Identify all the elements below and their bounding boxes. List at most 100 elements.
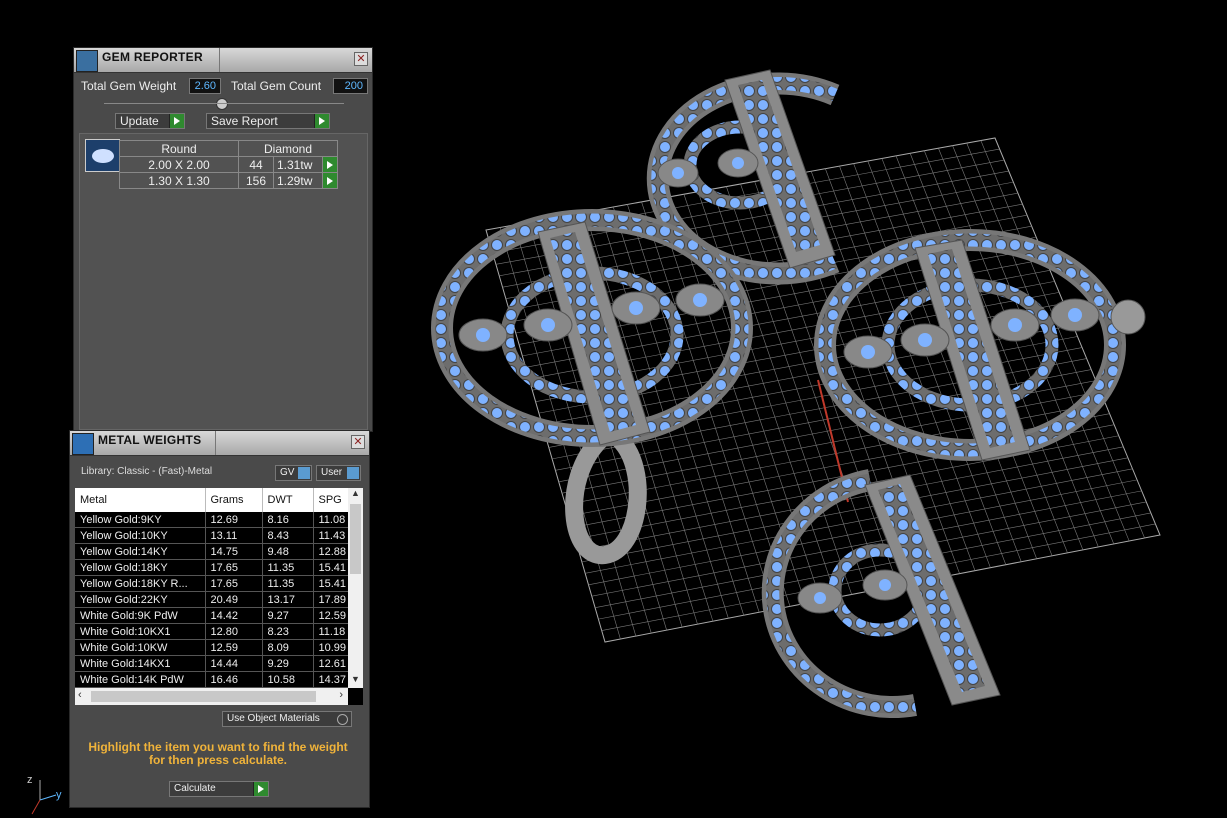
instruction-line-2: for then press calculate. xyxy=(148,753,288,767)
dwt: 10.58 xyxy=(262,671,314,688)
gv-toggle[interactable]: GV xyxy=(275,465,312,481)
table-row[interactable]: Yellow Gold:10KY 13.11 8.43 11.43 xyxy=(75,527,348,544)
col-header-metal[interactable]: Metal xyxy=(75,488,206,512)
user-toggle[interactable]: User xyxy=(316,465,361,481)
axis-indicator: z y xyxy=(27,774,62,815)
user-label: User xyxy=(321,467,343,478)
grams: 14.44 xyxy=(205,655,263,672)
spg: 12.61 xyxy=(313,655,348,672)
splitter-line xyxy=(104,103,344,104)
table-row[interactable]: Yellow Gold:18KY R... 17.65 11.35 15.41 xyxy=(75,575,348,592)
scroll-left-icon[interactable]: ‹ xyxy=(78,689,82,701)
dwt: 8.23 xyxy=(262,623,314,640)
metal-name: Yellow Gold:18KY xyxy=(75,559,206,576)
table-row[interactable]: Yellow Gold:14KY 14.75 9.48 12.88 xyxy=(75,543,348,560)
spg: 17.89 xyxy=(313,591,348,608)
pendant-left xyxy=(431,209,753,447)
horizontal-scrollbar[interactable]: ‹ › xyxy=(75,688,348,705)
save-report-button[interactable]: Save Report xyxy=(206,113,330,129)
grams: 20.49 xyxy=(205,591,263,608)
metal-name: White Gold:10KW xyxy=(75,639,206,656)
grams: 14.75 xyxy=(205,543,263,560)
metal-weights-title: METAL WEIGHTS xyxy=(98,433,202,447)
dwt: 8.09 xyxy=(262,639,314,656)
table-row[interactable]: White Gold:10KX1 12.80 8.23 11.18 xyxy=(75,623,348,640)
total-gem-weight-label: Total Gem Weight xyxy=(81,79,177,93)
use-object-materials-label: Use Object Materials xyxy=(227,713,320,724)
metal-table: Metal Grams DWT SPG Yellow Gold:9KY 12.69… xyxy=(75,488,348,688)
metal-name: Yellow Gold:18KY R... xyxy=(75,575,206,592)
gem-reporter-titlebar[interactable]: GEM REPORTER ✕ xyxy=(74,48,372,73)
metal-weights-titlebar[interactable]: METAL WEIGHTS ✕ xyxy=(70,431,369,456)
scroll-up-icon[interactable]: ▲ xyxy=(348,488,363,502)
splitter-handle[interactable] xyxy=(216,98,228,110)
dwt: 11.35 xyxy=(262,575,314,592)
calculate-label: Calculate xyxy=(174,783,216,794)
close-icon[interactable]: ✕ xyxy=(351,435,365,449)
grams: 12.69 xyxy=(205,512,263,528)
scroll-thumb-h[interactable] xyxy=(91,691,316,702)
update-button[interactable]: Update xyxy=(115,113,185,129)
col-header-dwt[interactable]: DWT xyxy=(262,488,314,512)
spg: 12.88 xyxy=(313,543,348,560)
table-row[interactable]: Yellow Gold:22KY 20.49 13.17 17.89 xyxy=(75,591,348,608)
scroll-down-icon[interactable]: ▼ xyxy=(348,674,363,688)
gem-row-arrow-button[interactable] xyxy=(322,156,338,173)
shape-header: Round xyxy=(119,140,239,157)
col-header-spg[interactable]: SPG xyxy=(313,488,348,512)
gem-weight: 1.29tw xyxy=(273,172,323,189)
gem-count: 156 xyxy=(238,172,274,189)
material-header: Diamond xyxy=(238,140,338,157)
gem-count: 44 xyxy=(238,156,274,173)
gem-row[interactable]: 2.00 X 2.00 44 1.31tw xyxy=(119,156,338,173)
table-row[interactable]: Yellow Gold:9KY 12.69 8.16 11.08 xyxy=(75,512,348,528)
gem-reporter-title: GEM REPORTER xyxy=(102,50,203,64)
table-row[interactable]: White Gold:10KW 12.59 8.09 10.99 xyxy=(75,639,348,656)
total-gem-count-label: Total Gem Count xyxy=(231,79,322,93)
gem-table: Round Diamond 2.00 X 2.00 44 1.31tw 1.30… xyxy=(119,140,338,189)
calculate-button[interactable]: Calculate xyxy=(169,781,269,797)
spg: 11.43 xyxy=(313,527,348,544)
spg: 15.41 xyxy=(313,575,348,592)
metal-name: White Gold:14K PdW xyxy=(75,671,206,688)
pendant-right xyxy=(814,229,1146,461)
gem-list-area: Round Diamond 2.00 X 2.00 44 1.31tw 1.30… xyxy=(79,133,368,430)
scroll-right-icon[interactable]: › xyxy=(339,689,343,701)
toggle-icon xyxy=(298,467,310,479)
vertical-scrollbar[interactable]: ▲ ▼ xyxy=(348,488,363,688)
spg: 10.99 xyxy=(313,639,348,656)
instruction-line-1: Highlight the item you want to find the … xyxy=(88,740,348,754)
close-icon[interactable]: ✕ xyxy=(354,52,368,66)
metal-name: Yellow Gold:14KY xyxy=(75,543,206,560)
table-row[interactable]: White Gold:9K PdW 14.42 9.27 12.59 xyxy=(75,607,348,624)
scroll-thumb[interactable] xyxy=(350,504,361,574)
metal-weights-panel: METAL WEIGHTS ✕ Library: Classic - (Fast… xyxy=(69,430,370,808)
total-gem-count-value: 200 xyxy=(333,78,368,94)
table-row[interactable]: Yellow Gold:18KY 17.65 11.35 15.41 xyxy=(75,559,348,576)
spg: 11.08 xyxy=(313,512,348,528)
col-header-grams[interactable]: Grams xyxy=(205,488,263,512)
axis-z-label: z xyxy=(27,774,33,786)
update-label: Update xyxy=(120,114,159,128)
play-arrow-icon xyxy=(253,782,268,796)
metal-weights-icon xyxy=(72,433,94,455)
grams: 12.80 xyxy=(205,623,263,640)
table-row[interactable]: White Gold:14K PdW 16.46 10.58 14.37 xyxy=(75,671,348,688)
table-row[interactable]: White Gold:14KX1 14.44 9.29 12.61 xyxy=(75,655,348,672)
gem-row-arrow-button[interactable] xyxy=(322,172,338,189)
radio-icon xyxy=(337,714,348,725)
pendant-bottom xyxy=(761,469,1001,718)
grid-line xyxy=(588,479,1138,586)
metal-name: Yellow Gold:9KY xyxy=(75,512,206,528)
gem-size: 1.30 X 1.30 xyxy=(119,172,239,189)
axis-y-label: y xyxy=(56,789,62,801)
use-object-materials-toggle[interactable]: Use Object Materials xyxy=(222,711,352,727)
grams: 17.65 xyxy=(205,575,263,592)
metal-table-container: Metal Grams DWT SPG Yellow Gold:9KY 12.69… xyxy=(75,488,363,705)
grams: 14.42 xyxy=(205,607,263,624)
gem-row[interactable]: 1.30 X 1.30 156 1.29tw xyxy=(119,172,338,189)
metal-name: Yellow Gold:22KY xyxy=(75,591,206,608)
save-report-label: Save Report xyxy=(211,114,278,128)
metal-name: White Gold:9K PdW xyxy=(75,607,206,624)
grams: 12.59 xyxy=(205,639,263,656)
